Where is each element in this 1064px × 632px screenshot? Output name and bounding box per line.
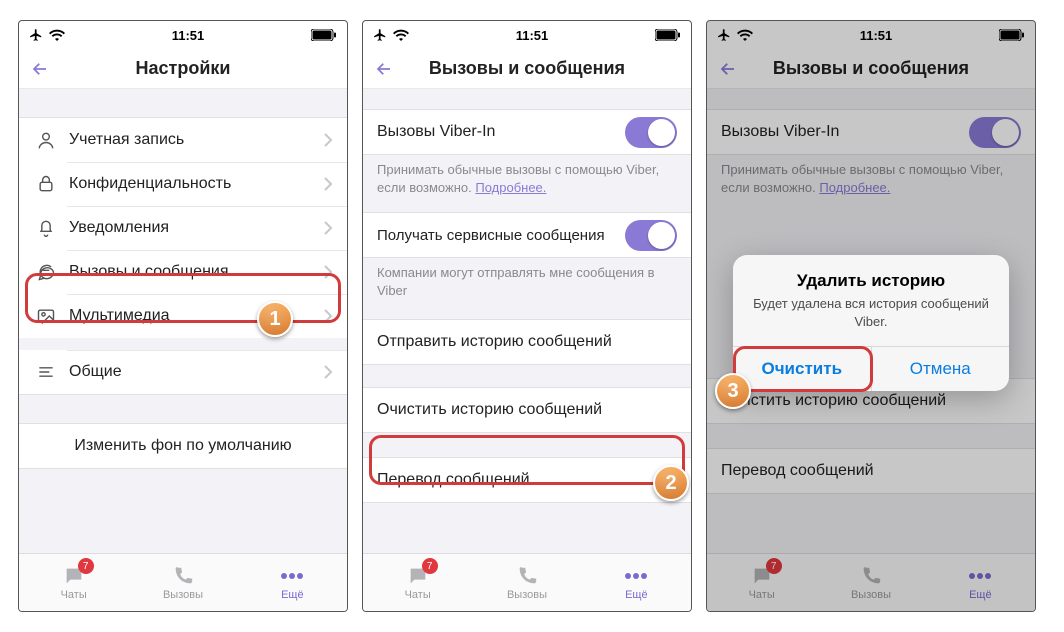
screen-settings: 11:51 Настройки Учетная запись Конфиденц…: [18, 20, 348, 612]
status-time: 11:51: [516, 28, 549, 43]
step-badge-1: 1: [257, 301, 293, 337]
step-badge-3: 3: [715, 373, 751, 409]
row-notifications[interactable]: Уведомления: [19, 206, 347, 250]
alert-title: Удалить историю: [733, 255, 1009, 295]
tab-bar: 7 Чаты Вызовы Ещё: [19, 553, 347, 611]
tab-more[interactable]: Ещё: [582, 554, 691, 611]
image-icon: [33, 306, 59, 326]
alert-confirm-button[interactable]: Очистить: [733, 347, 871, 391]
airplane-icon: [373, 28, 387, 42]
row-general[interactable]: Общие: [19, 338, 347, 394]
chevron-right-icon: [323, 308, 333, 324]
alert-delete-history: Удалить историю Будет удалена вся истори…: [733, 255, 1009, 391]
tab-chats[interactable]: 7 Чаты: [19, 554, 128, 611]
row-wallpaper[interactable]: Изменить фон по умолчанию: [19, 424, 347, 468]
badge-count: 7: [422, 558, 438, 574]
header: Вызовы и сообщения: [363, 49, 691, 89]
badge-count: 7: [78, 558, 94, 574]
tab-chats[interactable]: 7 Чаты: [363, 554, 472, 611]
desc-service: Компании могут отправлять мне сообщения …: [363, 258, 691, 309]
row-send-history[interactable]: Отправить историю сообщений: [363, 320, 691, 364]
screen-confirm-delete: 11:51 Вызовы и сообщения Вызовы Viber-In…: [706, 20, 1036, 612]
row-service-msgs[interactable]: Получать сервисные сообщения: [363, 213, 691, 257]
wifi-icon: [49, 29, 65, 41]
row-account[interactable]: Учетная запись: [19, 118, 347, 162]
toggle-viber-in[interactable]: [625, 117, 677, 148]
link-more[interactable]: Подробнее.: [475, 180, 546, 195]
chevron-right-icon: [323, 176, 333, 192]
more-icon: [278, 565, 306, 587]
header: Настройки: [19, 49, 347, 89]
wifi-icon: [393, 29, 409, 41]
phone-icon: [513, 565, 541, 587]
battery-icon: [311, 29, 337, 41]
back-button[interactable]: [375, 60, 401, 78]
phone-icon: [169, 565, 197, 587]
tab-calls[interactable]: Вызовы: [472, 554, 581, 611]
row-calls-messages[interactable]: Вызовы и сообщения: [19, 250, 347, 294]
row-clear-history[interactable]: Очистить историю сообщений: [363, 388, 691, 432]
status-bar: 11:51: [19, 21, 347, 49]
airplane-icon: [29, 28, 43, 42]
tab-more[interactable]: Ещё: [238, 554, 347, 611]
alert-message: Будет удалена вся история сообщений Vibe…: [733, 295, 1009, 346]
page-title: Вызовы и сообщения: [401, 58, 653, 79]
screen-calls-messages: 11:51 Вызовы и сообщения Вызовы Viber-In…: [362, 20, 692, 612]
back-button[interactable]: [31, 60, 57, 78]
list-icon: [33, 362, 59, 382]
chevron-right-icon: [323, 264, 333, 280]
row-viber-in[interactable]: Вызовы Viber-In: [363, 110, 691, 154]
more-icon: [622, 565, 650, 587]
desc-viber-in: Принимать обычные вызовы с помощью Viber…: [363, 155, 691, 206]
step-badge-2: 2: [653, 465, 689, 501]
row-media[interactable]: Мультимедиа: [19, 294, 347, 338]
row-privacy[interactable]: Конфиденциальность: [19, 162, 347, 206]
alert-cancel-button[interactable]: Отмена: [871, 347, 1010, 391]
bell-icon: [33, 218, 59, 238]
chevron-right-icon: [323, 220, 333, 236]
toggle-service[interactable]: [625, 220, 677, 251]
chat-icon: [33, 262, 59, 282]
battery-icon: [655, 29, 681, 41]
status-bar: 11:51: [363, 21, 691, 49]
lock-icon: [33, 174, 59, 194]
tab-calls[interactable]: Вызовы: [128, 554, 237, 611]
chevron-right-icon: [323, 132, 333, 148]
status-time: 11:51: [172, 28, 205, 43]
page-title: Настройки: [57, 58, 309, 79]
row-translate[interactable]: Перевод сообщений: [363, 458, 691, 502]
chevron-right-icon: [323, 364, 333, 380]
tab-bar: 7 Чаты Вызовы Ещё: [363, 553, 691, 611]
person-icon: [33, 130, 59, 150]
